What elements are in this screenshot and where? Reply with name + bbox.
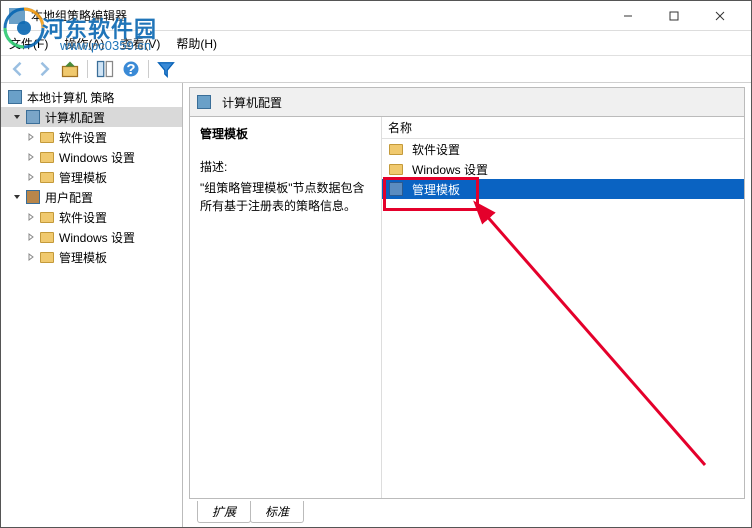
app-icon <box>9 8 25 24</box>
computer-icon <box>196 94 212 110</box>
description-pane: 管理模板 描述: "组策略管理模板"节点数据包含所有基于注册表的策略信息。 <box>190 117 382 498</box>
tree-label: 软件设置 <box>59 209 107 226</box>
tree-user-config[interactable]: 用户配置 <box>1 187 182 207</box>
back-button[interactable] <box>7 58 29 80</box>
item-label: Windows 设置 <box>412 161 488 178</box>
description-label: 描述: <box>200 158 371 175</box>
help-button[interactable]: ? <box>120 58 142 80</box>
folder-icon <box>388 161 404 177</box>
tree-label: 本地计算机 策略 <box>27 89 114 106</box>
folder-icon <box>39 229 55 245</box>
template-icon <box>388 181 404 197</box>
tree-item[interactable]: 软件设置 <box>1 207 182 227</box>
tree-computer-config[interactable]: 计算机配置 <box>1 107 182 127</box>
tree-item[interactable]: 管理模板 <box>1 247 182 267</box>
menu-file[interactable]: 文件(F) <box>9 35 48 52</box>
filter-button[interactable] <box>155 58 177 80</box>
chevron-right-icon[interactable] <box>25 131 37 143</box>
folder-icon <box>39 249 55 265</box>
folder-icon <box>39 169 55 185</box>
menu-help[interactable]: 帮助(H) <box>176 35 217 52</box>
chevron-down-icon[interactable] <box>11 111 23 123</box>
policy-icon <box>7 89 23 105</box>
window-title: 本地组策略编辑器 <box>31 7 605 24</box>
tree-label: Windows 设置 <box>59 149 135 166</box>
list-item[interactable]: 软件设置 <box>382 139 744 159</box>
menu-view[interactable]: 查看(V) <box>120 35 160 52</box>
tree-label: 用户配置 <box>45 189 93 206</box>
tree-item[interactable]: 软件设置 <box>1 127 182 147</box>
tree-item[interactable]: Windows 设置 <box>1 147 182 167</box>
user-icon <box>25 189 41 205</box>
pane-title: 管理模板 <box>200 125 371 142</box>
forward-button[interactable] <box>33 58 55 80</box>
description-text: "组策略管理模板"节点数据包含所有基于注册表的策略信息。 <box>200 179 371 215</box>
item-label: 管理模板 <box>412 181 460 198</box>
folder-icon <box>39 129 55 145</box>
tree-item[interactable]: 管理模板 <box>1 167 182 187</box>
folder-icon <box>39 149 55 165</box>
chevron-right-icon[interactable] <box>25 251 37 263</box>
folder-icon <box>39 209 55 225</box>
toolbar-separator <box>148 60 149 78</box>
maximize-button[interactable] <box>651 2 697 30</box>
tab-extended[interactable]: 扩展 <box>197 501 251 523</box>
content-header: 计算机配置 <box>189 87 745 117</box>
toolbar-separator <box>87 60 88 78</box>
item-label: 软件设置 <box>412 141 460 158</box>
navigation-tree[interactable]: 本地计算机 策略 计算机配置 软件设置 Windows 设置 <box>1 83 183 527</box>
tree-item[interactable]: Windows 设置 <box>1 227 182 247</box>
chevron-right-icon[interactable] <box>25 151 37 163</box>
chevron-right-icon[interactable] <box>25 231 37 243</box>
chevron-right-icon[interactable] <box>25 171 37 183</box>
tree-label: 管理模板 <box>59 249 107 266</box>
header-title: 计算机配置 <box>222 94 282 111</box>
tree-label: 计算机配置 <box>45 109 105 126</box>
tab-standard[interactable]: 标准 <box>250 501 304 523</box>
up-button[interactable] <box>59 58 81 80</box>
menu-action[interactable]: 操作(A) <box>64 35 104 52</box>
column-header-name[interactable]: 名称 <box>382 117 744 139</box>
show-hide-tree-button[interactable] <box>94 58 116 80</box>
svg-text:?: ? <box>126 61 135 78</box>
items-list[interactable]: 软件设置 Windows 设置 管理模板 <box>382 139 744 498</box>
tree-root[interactable]: 本地计算机 策略 <box>1 87 182 107</box>
chevron-right-icon[interactable] <box>25 211 37 223</box>
chevron-down-icon[interactable] <box>11 191 23 203</box>
minimize-button[interactable] <box>605 2 651 30</box>
tree-label: Windows 设置 <box>59 229 135 246</box>
list-item-selected[interactable]: 管理模板 <box>382 179 744 199</box>
tree-label: 软件设置 <box>59 129 107 146</box>
tree-label: 管理模板 <box>59 169 107 186</box>
folder-icon <box>388 141 404 157</box>
computer-icon <box>25 109 41 125</box>
close-button[interactable] <box>697 2 743 30</box>
list-item[interactable]: Windows 设置 <box>382 159 744 179</box>
